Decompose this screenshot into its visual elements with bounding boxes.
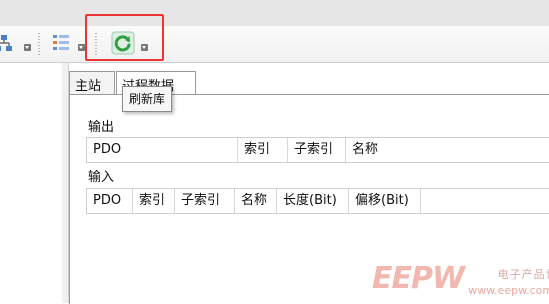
- output-section-label: 输出: [88, 120, 115, 135]
- output-col-index[interactable]: 索引: [238, 138, 288, 162]
- watermark-logo: EEPW: [372, 261, 465, 296]
- input-col-length[interactable]: 长度(Bit): [277, 189, 349, 213]
- dropdown-arrow-icon[interactable]: [78, 44, 85, 51]
- watermark-url: www.eepw.com.cn: [468, 284, 549, 297]
- tab-master[interactable]: 主站: [69, 71, 115, 95]
- input-col-offset[interactable]: 偏移(Bit): [349, 189, 421, 213]
- output-col-subindex[interactable]: 子索引: [288, 138, 346, 162]
- list-icon[interactable]: [50, 32, 72, 54]
- output-col-name[interactable]: 名称: [346, 138, 549, 162]
- tree-pane[interactable]: [0, 63, 63, 303]
- splitter[interactable]: [62, 63, 69, 303]
- output-col-pdo[interactable]: PDO: [87, 138, 238, 162]
- network-icon[interactable]: [0, 32, 14, 54]
- watermark-subtitle: 电子产品世界: [497, 268, 549, 281]
- toolbar-grip: [38, 33, 40, 55]
- input-col-subindex[interactable]: 子索引: [175, 189, 235, 213]
- output-table-header: PDO 索引 子索引 名称: [86, 137, 549, 163]
- input-col-name[interactable]: 名称: [235, 189, 277, 213]
- input-section-label: 输入: [88, 170, 115, 185]
- input-col-pdo[interactable]: PDO: [87, 189, 133, 213]
- tooltip-refresh-library: 刷新库: [122, 86, 173, 112]
- window-top-strip: [0, 0, 549, 26]
- tab-label: 主站: [75, 79, 102, 94]
- dropdown-arrow-icon[interactable]: [24, 44, 31, 51]
- toolbar: [0, 26, 549, 63]
- highlight-box: [85, 14, 164, 61]
- input-col-index[interactable]: 索引: [133, 189, 175, 213]
- input-table-header: PDO 索引 子索引 名称 长度(Bit) 偏移(Bit): [86, 188, 549, 214]
- watermark: EEPW 电子产品世界 www.eepw.com.cn: [372, 261, 549, 298]
